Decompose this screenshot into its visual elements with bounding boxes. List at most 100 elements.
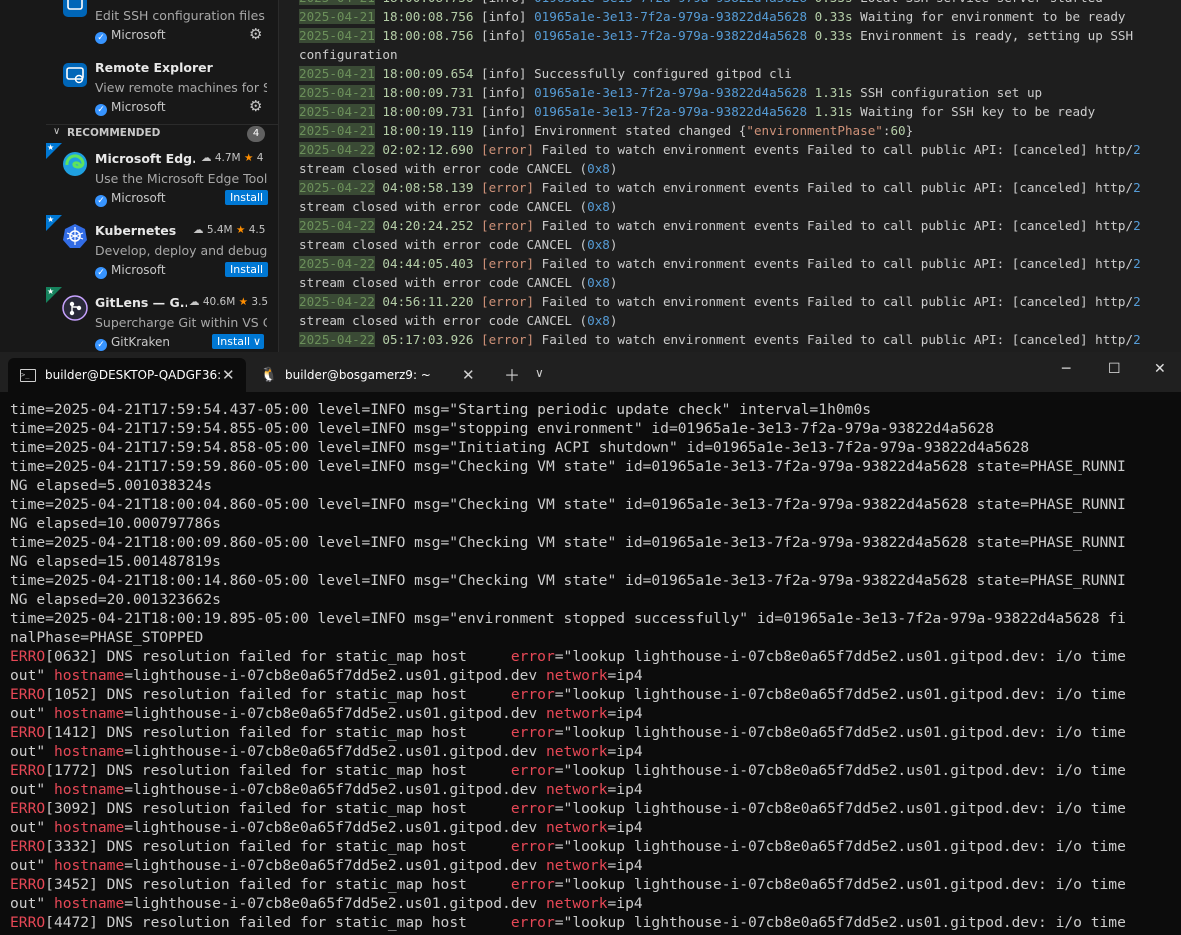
log-level: [error] [480,256,535,271]
extension-title: Microsoft Edg... [95,151,195,166]
vscode-window: Edit SSH configuration files ✓ Microsoft … [0,0,1181,352]
star-icon: ★ [235,224,246,236]
terminal-text: time=2025-04-21T17:59:54.858-05:00 level… [10,439,1030,456]
log-space [534,180,542,195]
terminal-line: time=2025-04-21T17:59:59.860-05:00 level… [10,457,1126,476]
extension-title: Kubernetes [95,223,177,238]
terminal-line: ERRO[3092] DNS resolution failed for sta… [10,799,1126,818]
terminal-line: ERRO[1772] DNS resolution failed for sta… [10,761,1126,780]
install-button[interactable]: Install [212,334,256,349]
log-key: hostname [53,857,125,874]
output-line: stream closed with error code CANCEL (0x… [299,311,617,330]
recommended-section-header[interactable]: ∨ RECOMMENDED 4 [46,124,278,143]
log-text: Failed to watch environment events Faile… [541,142,1134,157]
install-button[interactable]: Install [225,262,269,277]
log-code: [4472] [45,914,98,931]
kubernetes-logo-icon [63,224,87,248]
log-level: [error] [480,332,535,347]
log-level-erro: ERRO [10,876,46,893]
edge-logo-icon [63,152,87,176]
extension-desc: Supercharge Git within VS C... [95,315,267,330]
tab-builder-bosgamerz9[interactable]: 🐧 builder@bosgamerz9: ~ ✕ [248,358,488,392]
log-code: [1052] [45,686,98,703]
extension-item-remote-explorer[interactable]: Remote Explorer View remote machines for… [46,54,278,124]
log-key: network [545,895,608,912]
terminal-tab-bar: >_ builder@DESKTOP-QADGF36: ✕ 🐧 builder@… [0,352,1181,392]
extension-publisher: ✓ Microsoft [95,263,166,279]
log-text: } [905,123,914,138]
count-badge: 4 [247,126,265,142]
terminal-text: NG elapsed=20.001323662s [10,591,221,608]
log-num: 2 [1133,256,1141,271]
log-code: [3092] [45,800,98,817]
chevron-down-icon[interactable]: ∨ [535,366,544,380]
terminal-line: time=2025-04-21T17:59:54.855-05:00 level… [10,419,994,438]
log-value: ="lookup lighthouse-i-07cb8e0a65f7dd5e2.… [554,876,1126,893]
close-icon[interactable]: ✕ [222,366,235,384]
log-space [807,0,815,5]
star-icon: ★ [238,296,249,308]
log-text: DNS resolution failed for static_map hos… [97,762,511,779]
log-text: out" [10,705,54,722]
terminal-text: NG elapsed=15.001487819s [10,553,221,570]
log-text: Failed to watch environment events Faile… [541,332,1134,347]
log-space [534,332,542,347]
log-level: [error] [480,218,535,233]
close-window-icon[interactable]: ✕ [1154,361,1166,377]
tab-label: builder@bosgamerz9: ~ [285,368,431,382]
log-text: stream closed with error code CANCEL ( [299,313,588,328]
log-key: network [545,857,608,874]
log-code: [1412] [45,724,98,741]
log-space [526,104,534,119]
log-text: ) [609,199,618,214]
log-space [807,9,815,24]
extension-item-edge-tools[interactable]: ★ Microsoft Edg... ☁ 4.7M ★ 4 Use the Mi… [46,143,278,213]
log-text: stream closed with error code CANCEL ( [299,275,588,290]
log-key: network [545,743,608,760]
output-line: 2025-04-22 04:20:24.252 [error] Failed t… [299,216,1141,235]
log-text: Failed to watch environment events Faile… [541,218,1134,233]
gear-icon[interactable]: ⚙ [249,25,262,43]
star-icon: ★ [47,287,55,296]
extension-item-remote-ssh-edit[interactable]: Edit SSH configuration files ✓ Microsoft … [46,0,278,52]
extension-item-kubernetes[interactable]: ★ Kubernetes ☁ 5.4M ★ 4.5 Develop, deplo… [46,215,278,285]
log-time: 04:44:05.403 [374,256,481,271]
verified-icon: ✓ [95,195,107,207]
log-code: [3332] [45,838,98,855]
output-line: stream closed with error code CANCEL (0x… [299,197,617,216]
extension-publisher: ✓ Microsoft [95,191,166,207]
terminal-output[interactable]: time=2025-04-21T17:59:54.437-05:00 level… [0,392,1181,935]
log-text: ) [609,313,618,328]
terminal-line: time=2025-04-21T18:00:19.895-05:00 level… [10,609,1126,628]
log-value: =lighthouse-i-07cb8e0a65f7dd5e2.us01.git… [124,895,546,912]
log-date: 2025-04-22 [299,256,375,271]
log-text: Environment stated changed { [534,123,747,138]
tab-builder-desktop[interactable]: >_ builder@DESKTOP-QADGF36: ✕ [8,358,246,392]
terminal-text: time=2025-04-21T17:59:54.855-05:00 level… [10,420,995,437]
linux-penguin-icon: 🐧 [260,367,278,383]
install-dropdown-chevron-icon[interactable]: ∨ [250,334,265,349]
close-icon[interactable]: ✕ [462,366,475,384]
extension-publisher: ✓ Microsoft [95,28,166,44]
extensions-sidebar: Edit SSH configuration files ✓ Microsoft … [46,0,279,352]
terminal-line: ERRO[4472] DNS resolution failed for sta… [10,913,1126,932]
log-text: Waiting for SSH key to be ready [852,104,1096,119]
gear-icon[interactable]: ⚙ [249,97,262,115]
log-key: hostname [53,895,125,912]
log-date: 2025-04-22 [299,218,375,233]
log-level: [error] [480,294,535,309]
new-tab-plus-icon[interactable]: ＋ [504,362,520,386]
maximize-icon[interactable]: ☐ [1108,361,1121,377]
log-value: =lighthouse-i-07cb8e0a65f7dd5e2.us01.git… [124,781,546,798]
extension-item-gitlens[interactable]: ★ GitLens — G... ☁ 40.6M ★ 3.5 Superchar… [46,287,278,352]
log-text: DNS resolution failed for static_map hos… [97,724,511,741]
star-icon: ★ [243,152,254,164]
terminal-line: time=2025-04-21T17:59:54.858-05:00 level… [10,438,1029,457]
log-value: =ip4 [607,705,643,722]
log-time: 05:17:03.926 [374,332,481,347]
terminal-line: time=2025-04-21T18:00:04.860-05:00 level… [10,495,1126,514]
minimize-icon[interactable]: ─ [1062,361,1070,377]
install-button[interactable]: Install [225,190,269,205]
log-value: =ip4 [607,819,643,836]
log-date: 2025-04-21 [299,28,375,43]
